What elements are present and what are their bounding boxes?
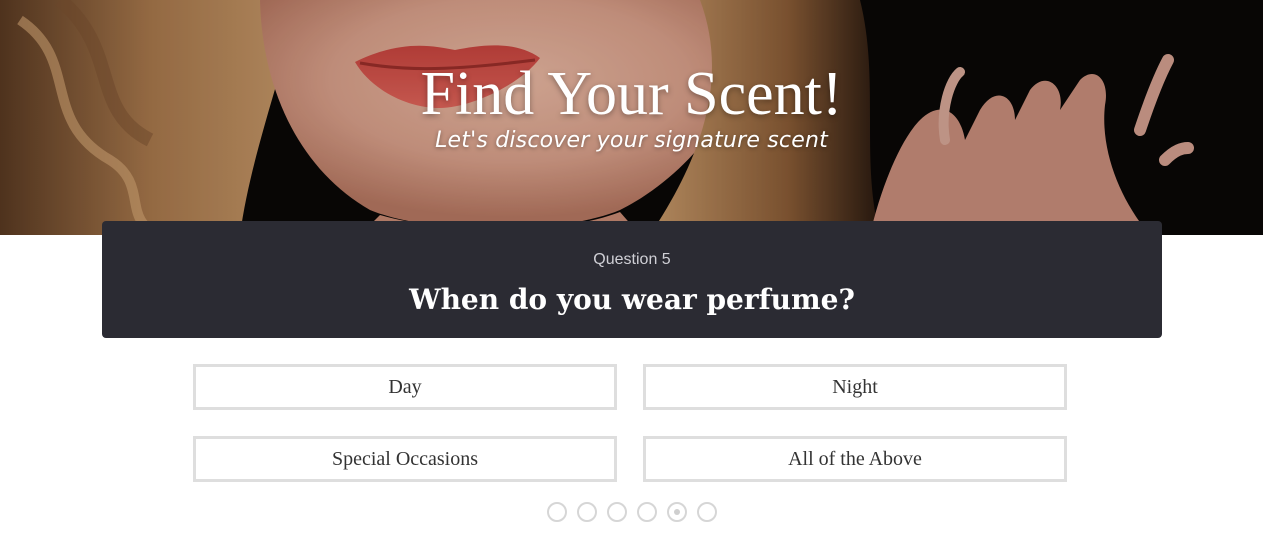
hero-banner: Find Your Scent! Let's discover your sig… [0,0,1263,235]
progress-dot-1[interactable] [547,502,567,522]
question-text: When do you wear perfume? [409,283,855,316]
progress-dot-5[interactable] [667,502,687,522]
question-panel: Question 5 When do you wear perfume? [102,221,1162,338]
question-number: Question 5 [593,251,671,268]
progress-dot-3[interactable] [607,502,627,522]
answer-option-night[interactable]: Night [643,364,1067,410]
answer-option-day[interactable]: Day [193,364,617,410]
answer-option-all-of-the-above[interactable]: All of the Above [643,436,1067,482]
progress-dot-2[interactable] [577,502,597,522]
answer-label: Day [388,375,422,398]
answer-option-special-occasions[interactable]: Special Occasions [193,436,617,482]
hero-subtitle: Let's discover your signature scent [435,128,828,153]
progress-dot-4[interactable] [637,502,657,522]
progress-dot-6[interactable] [697,502,717,522]
answer-label: Night [832,375,878,398]
answer-label: Special Occasions [331,447,479,470]
hero-title: Find Your Scent! [420,60,843,128]
answer-label: All of the Above [788,447,922,470]
